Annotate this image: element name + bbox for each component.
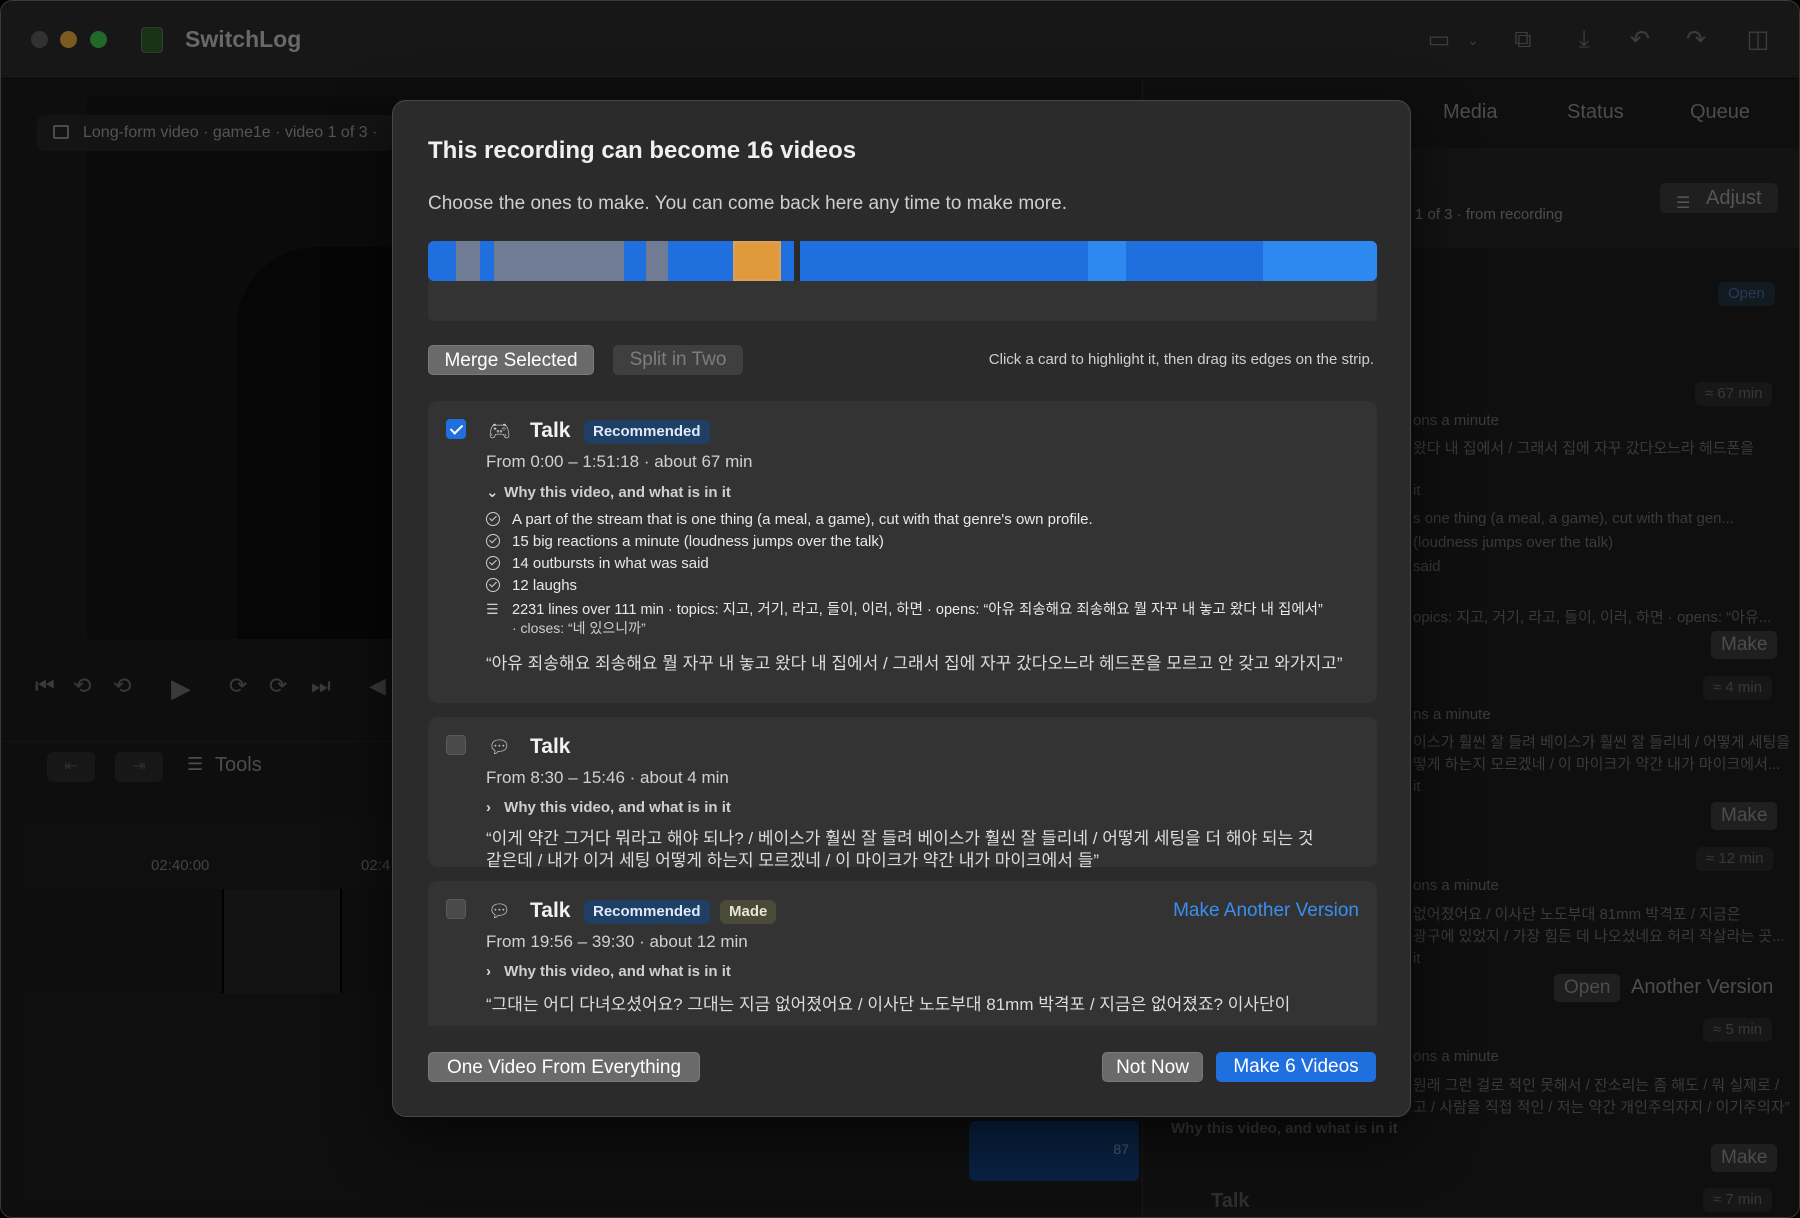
card-quote: “그대는 어디 다녀오셨어요? 그대는 지금 없어졌어요 / 이사단 노도부대 … bbox=[486, 995, 1291, 1014]
suggestion-card[interactable]: 🎮︎ Talk Recommended From 0:00 – 1:51:18 … bbox=[428, 401, 1377, 703]
recommended-badge: Recommended bbox=[584, 900, 710, 924]
reason-text: 14 outbursts in what was said bbox=[512, 555, 709, 572]
card-quote: “이게 약간 그거다 뭐라고 해야 되나? / 베이스가 훨씬 잘 들려 베이스… bbox=[486, 829, 1314, 848]
why-disclosure[interactable]: › Why this video, and what is in it bbox=[486, 799, 731, 816]
not-now-button[interactable]: Not Now bbox=[1102, 1052, 1203, 1082]
check-circle-icon bbox=[486, 556, 500, 570]
strip-segment[interactable] bbox=[646, 241, 668, 281]
made-badge: Made bbox=[720, 900, 777, 924]
card-range: From 0:00 – 1:51:18 · about 67 min bbox=[486, 452, 753, 471]
sheet-title: This recording can become 16 videos bbox=[428, 137, 857, 164]
check-circle-icon bbox=[486, 534, 500, 548]
chevron-right-icon: › bbox=[486, 963, 491, 980]
reason-item: 12 laughs bbox=[486, 576, 577, 594]
why-label: Why this video, and what is in it bbox=[504, 799, 731, 816]
card-range: From 8:30 – 15:46 · about 4 min bbox=[486, 768, 729, 787]
segment-strip-area bbox=[428, 241, 1377, 321]
suggestion-card[interactable]: 💬︎ Talk Recommended Made Make Another Ve… bbox=[428, 881, 1377, 1026]
card-title: Talk bbox=[530, 899, 571, 922]
video-suggestions-sheet: This recording can become 16 videos Choo… bbox=[392, 100, 1411, 1117]
strip-divider bbox=[794, 241, 800, 281]
merge-selected-button[interactable]: Merge Selected bbox=[428, 345, 594, 375]
chat-bubbles-icon: 💬︎ bbox=[488, 737, 511, 757]
suggestion-card[interactable]: 💬︎ Talk From 8:30 – 15:46 · about 4 min … bbox=[428, 717, 1377, 870]
transcript-line-2: · closes: “네 있으니까” bbox=[512, 620, 646, 636]
strip-segment[interactable] bbox=[1263, 241, 1377, 281]
transcript-summary-2: · closes: “네 있으니까” bbox=[512, 618, 646, 638]
suggestion-list: 🎮︎ Talk Recommended From 0:00 – 1:51:18 … bbox=[428, 401, 1377, 1026]
segment-strip[interactable] bbox=[428, 241, 1377, 281]
reason-item: A part of the stream that is one thing (… bbox=[486, 510, 1093, 528]
chat-bubbles-icon: 💬︎ bbox=[488, 901, 511, 921]
gamepad-icon: 🎮︎ bbox=[488, 421, 511, 441]
select-checkbox[interactable] bbox=[446, 419, 466, 439]
why-label: Why this video, and what is in it bbox=[504, 484, 731, 501]
check-circle-icon bbox=[486, 578, 500, 592]
sheet-subtitle: Choose the ones to make. You can come ba… bbox=[428, 193, 1067, 214]
check-circle-icon bbox=[486, 512, 500, 526]
one-video-from-everything-button[interactable]: One Video From Everything bbox=[428, 1052, 700, 1082]
reason-text: 12 laughs bbox=[512, 577, 578, 594]
strip-segment[interactable] bbox=[494, 241, 560, 281]
why-disclosure[interactable]: › Why this video, and what is in it bbox=[486, 963, 731, 980]
text-lines-icon: ☰ bbox=[486, 601, 499, 617]
card-quote: “아유 죄송해요 죄송해요 뭘 자꾸 내 놓고 왔다 내 집에서 / 그래서 집… bbox=[486, 654, 1343, 673]
card-quote-line-2: 같은데 / 내가 이거 세팅 어떻게 하는지 모르겠네 / 이 마이크가 약간 … bbox=[486, 851, 1099, 870]
transcript-summary: ☰ 2231 lines over 111 min · topics: 지고, 거… bbox=[486, 598, 1323, 619]
chevron-right-icon: › bbox=[486, 799, 491, 816]
transcript-line-1: 2231 lines over 111 min · topics: 지고, 거기… bbox=[512, 602, 1323, 618]
strip-segment[interactable] bbox=[456, 241, 480, 281]
why-label: Why this video, and what is in it bbox=[504, 963, 731, 980]
make-videos-button[interactable]: Make 6 Videos bbox=[1216, 1052, 1376, 1082]
strip-segment[interactable] bbox=[1088, 241, 1126, 281]
card-title: Talk bbox=[530, 735, 571, 758]
make-another-version-link[interactable]: Make Another Version bbox=[1173, 900, 1359, 922]
sheet-footer: One Video From Everything Not Now Make 6… bbox=[393, 1031, 1410, 1116]
strip-hint: Click a card to highlight it, then drag … bbox=[988, 351, 1374, 368]
strip-segment[interactable] bbox=[560, 241, 624, 281]
why-disclosure[interactable]: ⌄ Why this video, and what is in it bbox=[486, 483, 731, 501]
card-range: From 19:56 – 39:30 · about 12 min bbox=[486, 932, 748, 951]
chevron-down-icon: ⌄ bbox=[486, 484, 499, 501]
app-window: SwitchLog ▭ ⌄ ⧉ ⤓ ↶ ↷ ◫ Long-form video … bbox=[0, 0, 1800, 1218]
reason-item: 14 outbursts in what was said bbox=[486, 554, 709, 572]
reason-text: 15 big reactions a minute (loudness jump… bbox=[512, 533, 884, 550]
select-checkbox[interactable] bbox=[446, 899, 466, 919]
recommended-badge: Recommended bbox=[584, 420, 710, 444]
split-in-two-button[interactable]: Split in Two bbox=[613, 345, 743, 375]
select-checkbox[interactable] bbox=[446, 735, 466, 755]
reason-text: A part of the stream that is one thing (… bbox=[512, 511, 1093, 528]
card-title: Talk bbox=[530, 419, 571, 442]
reason-item: 15 big reactions a minute (loudness jump… bbox=[486, 532, 884, 550]
strip-segment-highlighted[interactable] bbox=[733, 241, 781, 281]
